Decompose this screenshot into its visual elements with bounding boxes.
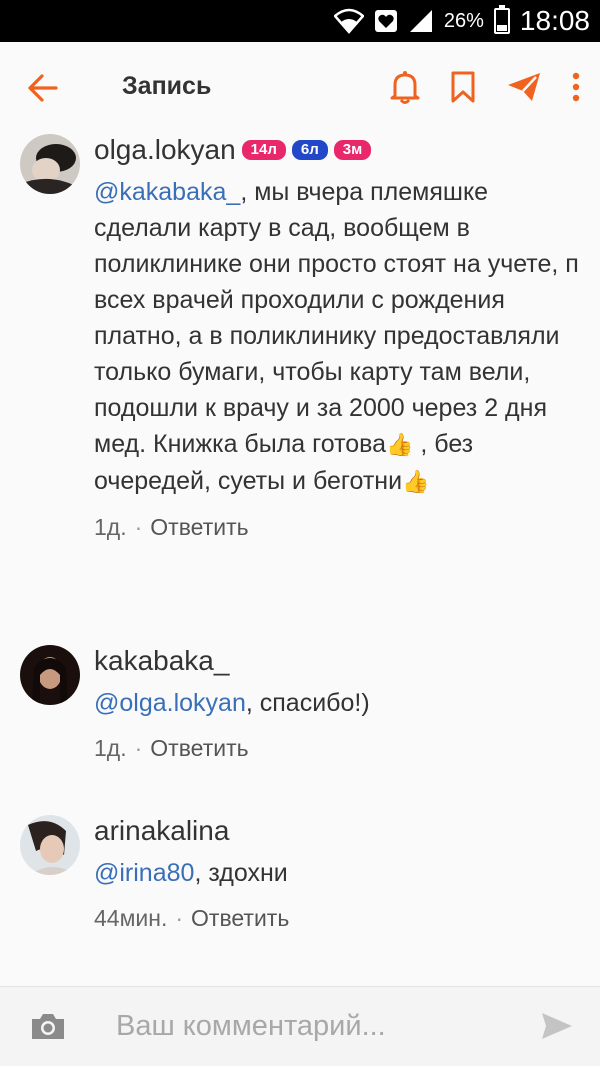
comment-meta: 44мин. · Ответить bbox=[94, 905, 580, 932]
page-title: Запись bbox=[122, 72, 212, 100]
comment-meta: 1д. · Ответить bbox=[94, 514, 580, 541]
comment-meta: 1д. · Ответить bbox=[94, 735, 580, 762]
comment-time: 1д. bbox=[94, 514, 127, 540]
app-bar-actions bbox=[390, 70, 580, 104]
comment-text: @olga.lokyan, спасибо!) bbox=[94, 685, 580, 721]
comment-time: 44мин. bbox=[94, 905, 168, 931]
comment-body: kakabaka_ @olga.lokyan, спасибо!) 1д. · От… bbox=[94, 645, 580, 762]
badge-age-3: 3м bbox=[333, 140, 372, 160]
send-plane-icon[interactable] bbox=[506, 71, 542, 103]
comment-body: arinakalina @irina80, здохни 44мин. · Отве… bbox=[94, 815, 580, 932]
bell-icon[interactable] bbox=[390, 70, 420, 104]
comment-text: @irina80, здохни bbox=[94, 855, 580, 891]
avatar[interactable] bbox=[20, 134, 80, 194]
avatar[interactable] bbox=[20, 815, 80, 875]
status-icons: 26% 18:08 bbox=[333, 0, 590, 42]
comment-text-part: , мы вчера племяшке сделали карту в сад,… bbox=[94, 178, 579, 458]
camera-icon[interactable] bbox=[30, 1011, 66, 1041]
status-bar: 26% 18:08 bbox=[0, 0, 600, 42]
bookmark-icon[interactable] bbox=[450, 71, 476, 103]
avatar[interactable] bbox=[20, 645, 80, 705]
battery-percent: 26% bbox=[443, 9, 484, 32]
app-bar: Запись bbox=[0, 42, 600, 134]
reply-button[interactable]: Ответить bbox=[150, 514, 248, 540]
separator-dot: · bbox=[134, 514, 143, 540]
comment-username[interactable]: kakabaka_ bbox=[94, 645, 580, 677]
badge-age-2: 6л bbox=[291, 140, 328, 160]
comment-text-part: , спасибо!) bbox=[245, 689, 370, 717]
battery-icon bbox=[493, 5, 510, 34]
wifi-icon bbox=[333, 8, 364, 34]
reply-button[interactable]: Ответить bbox=[150, 735, 248, 761]
badge-age-1: 14л bbox=[241, 140, 286, 160]
comment-body: olga.lokyan 14л 6л 3м @kakabaka_, мы вче… bbox=[94, 134, 580, 541]
separator-dot: · bbox=[134, 735, 143, 761]
mention-link[interactable]: @kakabaka_ bbox=[94, 178, 240, 206]
signal-icon bbox=[409, 10, 432, 32]
comment-text-part: , здохни bbox=[194, 859, 288, 887]
back-arrow-icon[interactable] bbox=[28, 74, 58, 102]
separator-dot: · bbox=[175, 905, 184, 931]
username-text[interactable]: arinakalina bbox=[94, 815, 229, 847]
clock: 18:08 bbox=[519, 5, 590, 36]
more-vert-icon[interactable] bbox=[572, 72, 580, 102]
send-icon[interactable] bbox=[540, 1011, 574, 1041]
comment-input-bar bbox=[0, 986, 600, 1066]
thumbs-up-emoji: 👍 bbox=[402, 469, 430, 494]
reply-button[interactable]: Ответить bbox=[191, 905, 289, 931]
heart-notification-icon bbox=[374, 10, 397, 32]
comment-text: @kakabaka_, мы вчера племяшке сделали ка… bbox=[94, 174, 580, 500]
mention-link[interactable]: @irina80 bbox=[94, 859, 194, 887]
comment-username[interactable]: arinakalina bbox=[94, 815, 580, 847]
comment-time: 1д. bbox=[94, 735, 127, 761]
thumbs-up-emoji: 👍 bbox=[386, 432, 414, 457]
username-text[interactable]: kakabaka_ bbox=[94, 645, 229, 677]
comment-username[interactable]: olga.lokyan 14л 6л 3м bbox=[94, 134, 580, 166]
username-text[interactable]: olga.lokyan bbox=[94, 134, 236, 166]
mention-link[interactable]: @olga.lokyan bbox=[94, 689, 246, 717]
comment-input[interactable] bbox=[114, 1005, 518, 1047]
